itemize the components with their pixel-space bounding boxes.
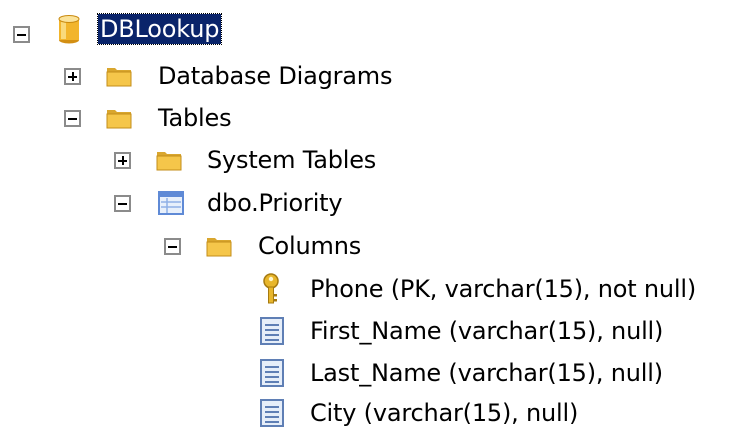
collapse-toggle-icon[interactable] — [64, 110, 81, 127]
database-icon — [58, 15, 80, 44]
folder-icon — [156, 152, 182, 171]
column-icon — [260, 359, 284, 387]
node-label-columns[interactable]: Columns — [258, 231, 361, 261]
expand-toggle-icon[interactable] — [114, 152, 131, 169]
column-label[interactable]: Phone (PK, varchar(15), not null) — [310, 274, 696, 304]
object-explorer-tree: DBLookup Database Diagrams Tables System… — [0, 0, 738, 432]
column-icon — [260, 399, 284, 427]
column-label[interactable]: First_Name (varchar(15), null) — [310, 316, 663, 346]
column-label[interactable]: Last_Name (varchar(15), null) — [310, 358, 663, 388]
node-label-tables[interactable]: Tables — [158, 103, 232, 133]
folder-icon — [106, 68, 132, 87]
folder-icon — [106, 110, 132, 129]
column-label[interactable]: City (varchar(15), null) — [310, 398, 578, 428]
node-label-dbo-priority[interactable]: dbo.Priority — [207, 188, 343, 218]
table-icon — [158, 191, 184, 215]
collapse-toggle-icon[interactable] — [13, 26, 30, 43]
expand-toggle-icon[interactable] — [64, 68, 81, 85]
node-label-database-diagrams[interactable]: Database Diagrams — [158, 61, 392, 91]
collapse-toggle-icon[interactable] — [114, 195, 131, 212]
folder-icon — [206, 238, 232, 257]
node-label-system-tables[interactable]: System Tables — [207, 145, 376, 175]
primary-key-icon — [263, 273, 279, 304]
collapse-toggle-icon[interactable] — [164, 238, 181, 255]
node-label-dblookup[interactable]: DBLookup — [96, 13, 223, 45]
column-icon — [260, 317, 284, 345]
